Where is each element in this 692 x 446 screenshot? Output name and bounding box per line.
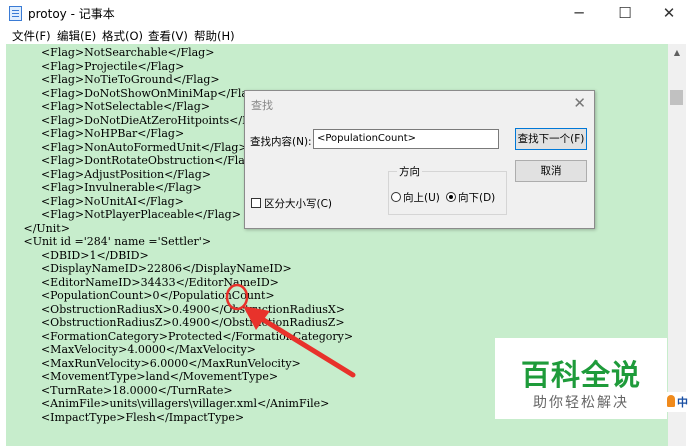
editor-line: <TurnRate>18.0000</TurnRate> bbox=[6, 383, 233, 397]
close-button[interactable]: ✕ bbox=[646, 0, 692, 26]
direction-down-radio[interactable] bbox=[446, 192, 456, 202]
editor-line: <PopulationCount>0</PopulationCount> bbox=[6, 289, 275, 302]
editor-line: <Flag>DontRotateObstruction</Flag> bbox=[6, 154, 262, 167]
maximize-button[interactable]: ☐ bbox=[602, 0, 648, 26]
editor-line: <Flag>NonAutoFormedUnit</Flag> bbox=[6, 140, 248, 154]
watermark-logo-text: 百科全说 bbox=[520, 358, 641, 392]
editor-line: <Unit id ='284' name ='Settler'> bbox=[6, 235, 212, 248]
editor-line: <Flag>Projectile</Flag> bbox=[6, 59, 185, 73]
editor-line: <Flag>DoNotDieAtZeroHitpoints</Flag> bbox=[6, 113, 277, 127]
editor-line: <FormationCategory>Protected</FormationC… bbox=[6, 329, 354, 343]
match-case-checkbox[interactable] bbox=[251, 198, 261, 208]
editor-line: <Flag>AdjustPosition</Flag> bbox=[6, 167, 211, 181]
editor-line: <AnimFile>units\villagers\villager.xml</… bbox=[6, 397, 330, 410]
direction-up-label[interactable]: 向上(U) bbox=[403, 190, 440, 205]
find-next-button[interactable]: 查找下一个(F) bbox=[515, 128, 587, 150]
editor-line: <ImpactType>Flesh</ImpactType> bbox=[6, 410, 245, 424]
match-case-label[interactable]: 区分大小写(C) bbox=[264, 196, 332, 211]
menu-help[interactable]: 帮助(H) bbox=[194, 28, 235, 44]
direction-down-label[interactable]: 向下(D) bbox=[458, 190, 495, 205]
editor-line: <DisplayNameID>22806</DisplayNameID> bbox=[6, 262, 292, 275]
ime-indicator[interactable]: 中 bbox=[667, 392, 692, 412]
menu-edit[interactable]: 编辑(E) bbox=[57, 28, 96, 44]
notepad-window: protoy - 记事本 ─ ☐ ✕ 文件(F) 编辑(E) 格式(O) 查看(… bbox=[0, 0, 692, 446]
direction-up-radio[interactable] bbox=[391, 192, 401, 202]
editor-line: <Flag>DoNotShowOnMiniMap</Flag> bbox=[6, 86, 265, 100]
editor-line: <DBID>1</DBID> bbox=[6, 248, 149, 262]
window-title: protoy - 记事本 bbox=[28, 7, 115, 21]
editor-line: <ObstructionRadiusX>0.4900</ObstructionR… bbox=[6, 302, 346, 316]
editor-line: <EditorNameID>34433</EditorNameID> bbox=[6, 275, 279, 289]
watermark-slogan: 助你轻松解决 bbox=[533, 395, 629, 411]
ime-orange-icon bbox=[667, 395, 675, 407]
editor-line: <Flag>NoUnitAI</Flag> bbox=[6, 194, 184, 208]
editor-line: <Flag>NoHPBar</Flag> bbox=[6, 127, 185, 140]
editor-line: </Unit> bbox=[6, 221, 70, 235]
menu-file[interactable]: 文件(F) bbox=[12, 28, 51, 44]
editor-line: <Flag>NoTieToGround</Flag> bbox=[6, 73, 220, 86]
minimize-button[interactable]: ─ bbox=[556, 0, 602, 26]
dialog-close-icon[interactable]: ✕ bbox=[573, 94, 586, 112]
notepad-icon bbox=[9, 6, 22, 21]
editor-line: <MovementType>land</MovementType> bbox=[6, 370, 279, 383]
direction-label: 方向 bbox=[397, 164, 422, 179]
cancel-button[interactable]: 取消 bbox=[515, 160, 587, 182]
menu-format[interactable]: 格式(O) bbox=[102, 28, 143, 44]
dialog-title: 查找 bbox=[251, 99, 273, 112]
menu-view[interactable]: 查看(V) bbox=[148, 28, 188, 44]
editor-line: <MaxRunVelocity>6.0000</MaxRunVelocity> bbox=[6, 356, 301, 370]
editor-line: <MaxVelocity>4.0000</MaxVelocity> bbox=[6, 343, 256, 356]
editor-line: <Flag>NotSearchable</Flag> bbox=[6, 46, 215, 59]
editor-line: <Flag>Invulnerable</Flag> bbox=[6, 181, 202, 194]
editor-line: <ObstructionRadiusZ>0.4900</ObstructionR… bbox=[6, 316, 345, 329]
menu-bar: 文件(F) 编辑(E) 格式(O) 查看(V) 帮助(H) bbox=[0, 26, 692, 44]
ime-mode-label: 中 bbox=[677, 396, 688, 409]
title-bar[interactable]: protoy - 记事本 ─ ☐ ✕ bbox=[0, 0, 692, 26]
editor-line: <Flag>NotPlayerPlaceable</Flag> bbox=[6, 208, 241, 221]
find-what-input[interactable]: <PopulationCount> bbox=[313, 129, 499, 149]
find-what-label: 查找内容(N): bbox=[250, 136, 312, 148]
find-dialog: 查找 ✕ 查找内容(N): <PopulationCount> 查找下一个(F)… bbox=[244, 90, 595, 229]
editor-line: <Flag>NotSelectable</Flag> bbox=[6, 100, 210, 113]
watermark-box: 百科全说 助你轻松解决 bbox=[495, 338, 667, 419]
scrollbar-thumb[interactable] bbox=[670, 90, 683, 105]
scroll-up-arrow-icon[interactable]: ▲ bbox=[668, 44, 686, 61]
